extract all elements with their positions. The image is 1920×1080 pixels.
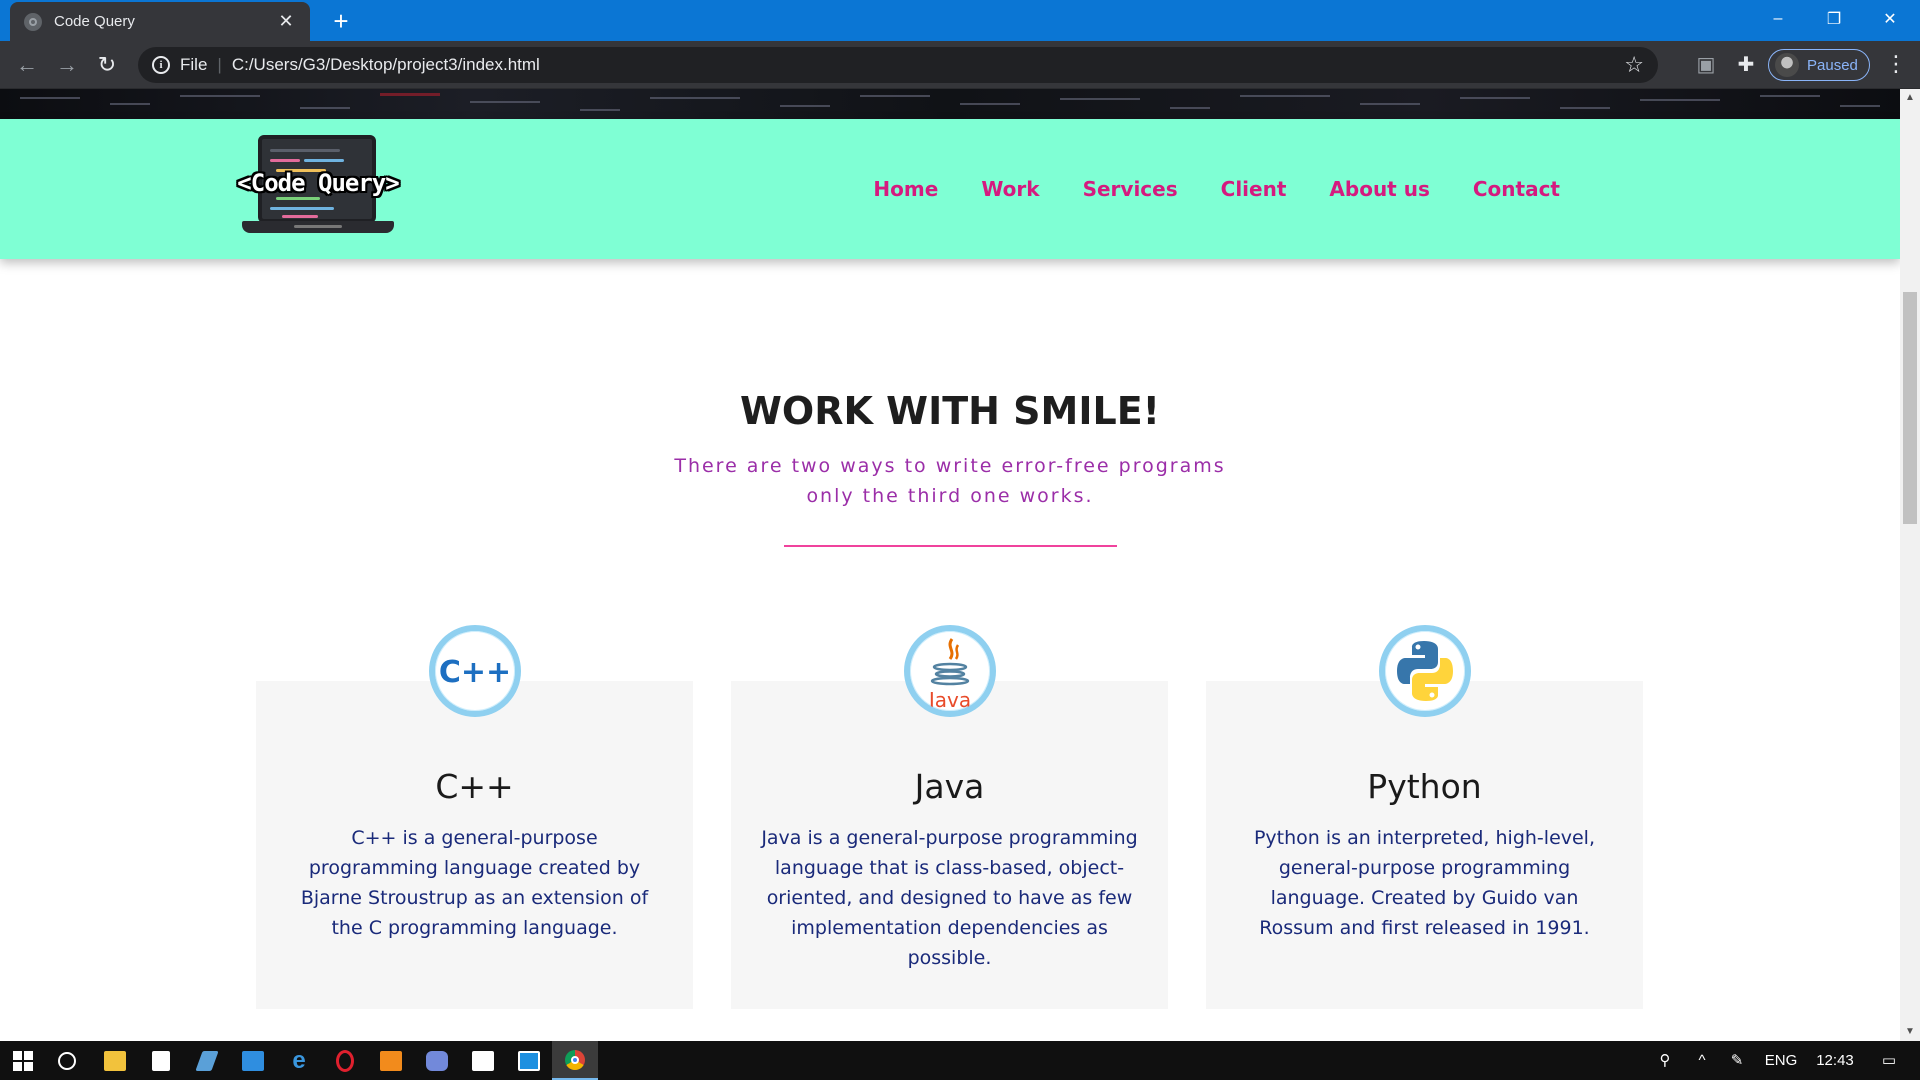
url-text[interactable]: C:/Users/G3/Desktop/project3/index.html <box>232 55 1624 75</box>
store-icon[interactable] <box>138 1041 184 1080</box>
main-menu: Home Work Services Client About us Conta… <box>830 119 1560 259</box>
section-title: WORK WITH SMILE! <box>740 389 1160 433</box>
cortana-icon[interactable] <box>44 1041 90 1080</box>
card-description: Python is an interpreted, high-level, ge… <box>1253 827 1596 939</box>
nav-link-work[interactable]: Work <box>981 177 1039 201</box>
clock[interactable]: 12:43 <box>1808 1041 1862 1080</box>
language-indicator[interactable]: ENG <box>1760 1041 1802 1080</box>
work-section-header: WORK WITH SMILE! There are two ways to w… <box>0 389 1900 547</box>
globe-icon <box>24 12 42 31</box>
cpp-logo-text: C++ <box>438 655 510 690</box>
restore-button[interactable]: ❐ <box>1806 0 1862 38</box>
card-python: Python Python is an interpreted, high-le… <box>1206 625 1643 1009</box>
laptop-base <box>242 221 394 233</box>
show-hidden-icons-icon[interactable]: ^ <box>1688 1041 1716 1080</box>
mail-icon[interactable] <box>230 1041 276 1080</box>
url-separator: | <box>217 55 222 74</box>
tab-close-icon[interactable]: ✕ <box>276 11 296 32</box>
subtitle-line-2: only the third one works. <box>806 485 1094 507</box>
java-logo-icon: Java <box>903 625 996 717</box>
section-divider <box>783 545 1117 547</box>
browser-tab[interactable]: Code Query ✕ <box>10 2 310 41</box>
extension-icon[interactable]: ▣ <box>1694 53 1718 77</box>
tab-title: Code Query <box>54 13 135 30</box>
bookmark-star-icon[interactable]: ☆ <box>1624 52 1644 78</box>
card-title: Java <box>914 767 985 806</box>
card-java: Java Java Java is a general-purpose prog… <box>731 625 1168 1009</box>
card-title: C++ <box>435 767 514 806</box>
page-viewport: <Code Query> Home Work Services Client A… <box>0 89 1900 1041</box>
card-description: C++ is a general-purpose programming lan… <box>300 827 649 939</box>
cpp-logo-icon: C++ <box>428 625 521 717</box>
scroll-thumb[interactable] <box>1903 292 1917 524</box>
site-navbar: <Code Query> Home Work Services Client A… <box>0 119 1900 259</box>
app-icon[interactable] <box>506 1041 552 1080</box>
nav-link-client[interactable]: Client <box>1221 177 1287 201</box>
card-description: Java is a general-purpose programming la… <box>761 827 1138 969</box>
section-subtitle: There are two ways to write error-free p… <box>670 451 1230 511</box>
edge-icon[interactable]: e <box>276 1041 322 1080</box>
discord-icon[interactable] <box>414 1041 460 1080</box>
app-icon[interactable] <box>184 1041 230 1080</box>
windows-taskbar: e ⚲ ^ ✎ ENG 12:43 ▭ <box>0 1041 1920 1080</box>
chrome-icon[interactable] <box>552 1041 598 1080</box>
site-info-icon[interactable]: i <box>152 56 170 74</box>
forward-icon[interactable]: → <box>52 50 82 80</box>
code-query-logo[interactable]: <Code Query> <box>236 135 400 239</box>
reload-icon[interactable]: ↻ <box>92 50 122 80</box>
scroll-down-icon[interactable]: ▼ <box>1900 1023 1920 1041</box>
photos-icon[interactable] <box>460 1041 506 1080</box>
page-scrollbar[interactable]: ▲ ▼ <box>1900 89 1920 1041</box>
logo-text: <Code Query> <box>237 169 399 197</box>
profile-button[interactable]: Paused <box>1768 49 1870 81</box>
new-tab-button[interactable]: + <box>326 6 356 36</box>
java-logo-text: Java <box>926 688 970 711</box>
card-title: Python <box>1367 767 1482 806</box>
nav-link-contact[interactable]: Contact <box>1473 177 1560 201</box>
nav-link-about-us[interactable]: About us <box>1329 177 1429 201</box>
subtitle-line-1: There are two ways to write error-free p… <box>674 455 1226 477</box>
scroll-up-icon[interactable]: ▲ <box>1900 89 1920 107</box>
nav-link-services[interactable]: Services <box>1083 177 1178 201</box>
profile-status: Paused <box>1807 56 1858 74</box>
browser-toolbar: ← → ↻ i File | C:/Users/G3/Desktop/proje… <box>0 41 1920 89</box>
start-icon[interactable] <box>0 1041 46 1080</box>
puzzle-extensions-icon[interactable]: ✚ <box>1734 53 1758 77</box>
avatar <box>1775 53 1799 77</box>
close-window-button[interactable]: ✕ <box>1862 0 1918 38</box>
hero-background-strip <box>0 89 1900 119</box>
menu-kebab-icon[interactable]: ⋮ <box>1884 53 1908 77</box>
nav-link-home[interactable]: Home <box>873 177 938 201</box>
minimize-button[interactable]: – <box>1750 0 1806 38</box>
opera-icon[interactable] <box>322 1041 368 1080</box>
action-center-icon[interactable]: ▭ <box>1866 1041 1912 1080</box>
file-explorer-icon[interactable] <box>92 1041 138 1080</box>
people-icon[interactable]: ⚲ <box>1650 1041 1680 1080</box>
back-icon[interactable]: ← <box>12 50 42 80</box>
sublime-icon[interactable] <box>368 1041 414 1080</box>
browser-tab-strip: Code Query ✕ + – ❐ ✕ <box>0 0 1920 41</box>
python-logo-icon <box>1378 625 1471 717</box>
url-scheme: File <box>180 55 208 74</box>
address-bar[interactable]: i File | C:/Users/G3/Desktop/project3/in… <box>138 47 1658 83</box>
card-cpp: C++ C++ C++ is a general-purpose program… <box>256 625 693 1009</box>
pen-icon[interactable]: ✎ <box>1722 1041 1752 1080</box>
